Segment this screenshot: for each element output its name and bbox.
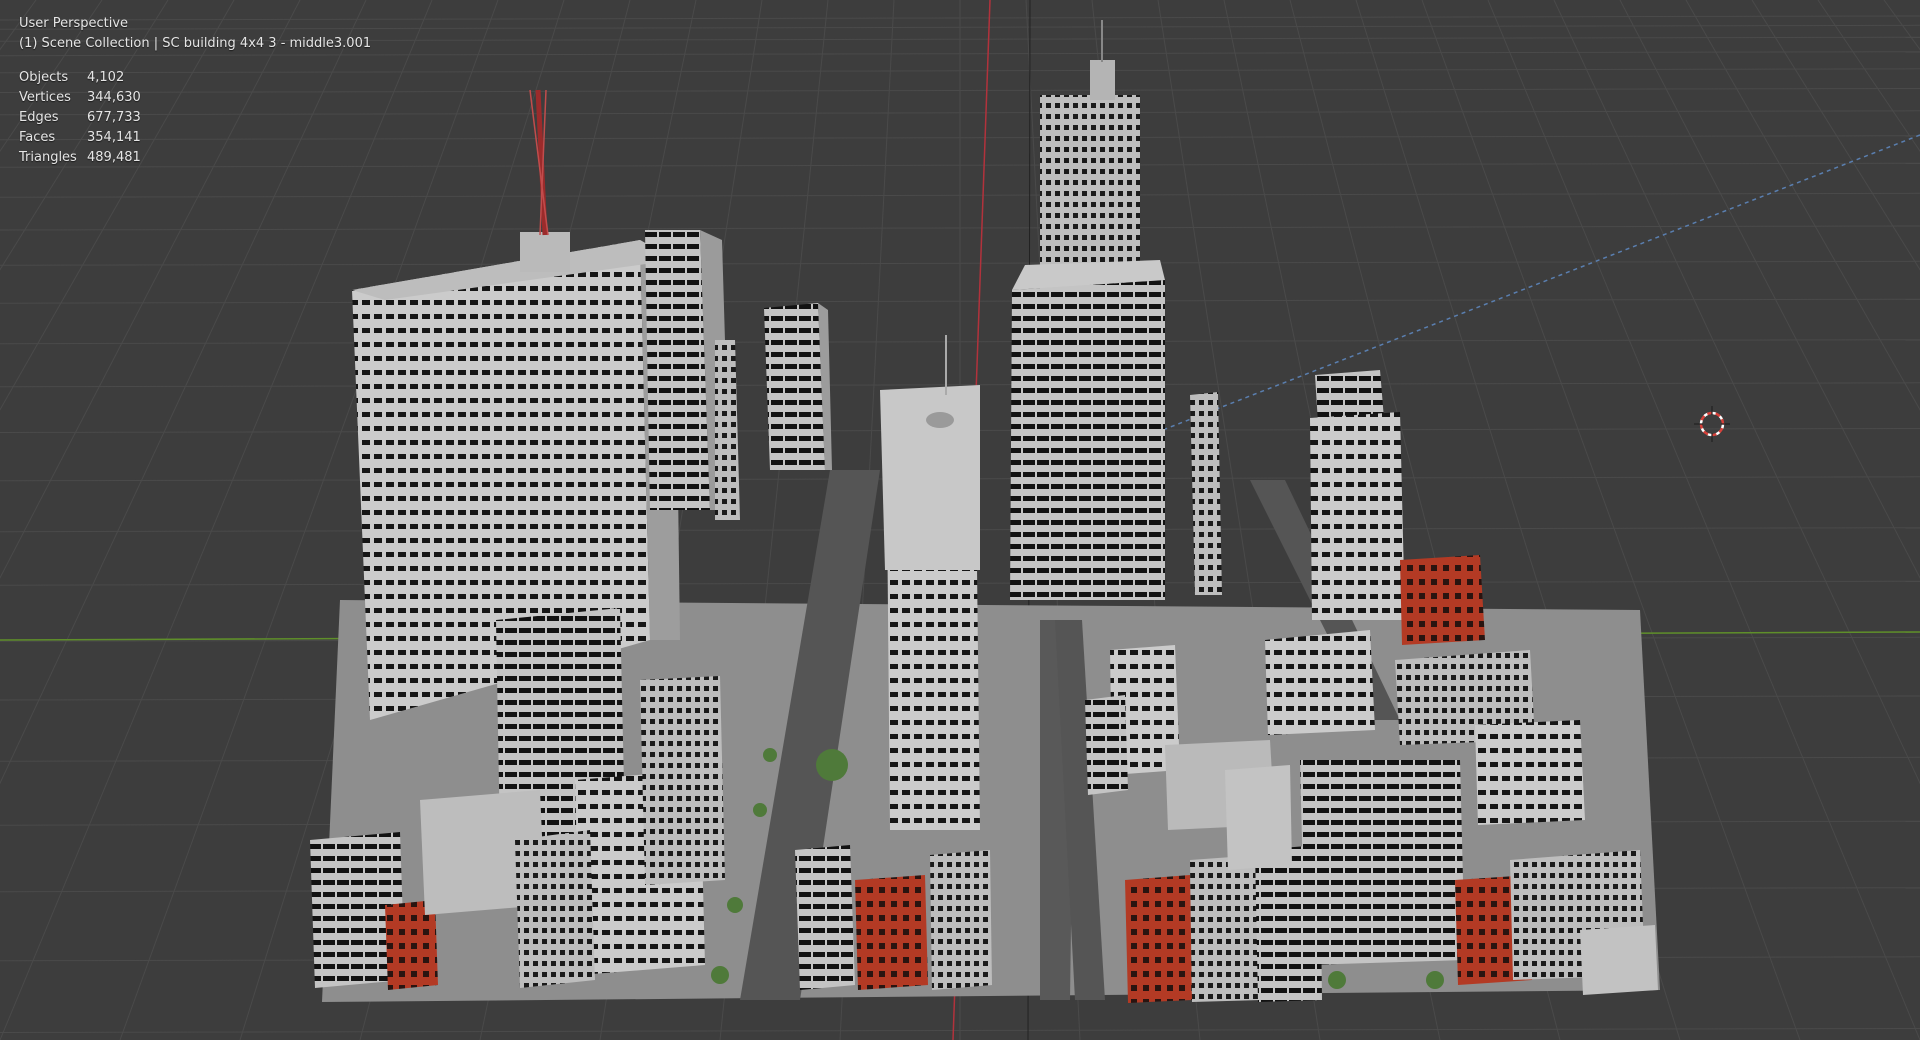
scene-canvas[interactable] [0,0,1920,1040]
city-block [310,20,1660,1003]
tower-center-left [764,303,832,470]
3d-cursor-icon[interactable] [1694,406,1730,442]
tower-left-back [645,230,740,520]
skyscraper-top [1040,20,1140,300]
blue-guide-line [1059,134,1920,471]
tower-center-right [1010,260,1165,600]
3d-viewport[interactable]: User Perspective (1) Scene Collection | … [0,0,1920,1040]
tower-center [880,335,980,830]
